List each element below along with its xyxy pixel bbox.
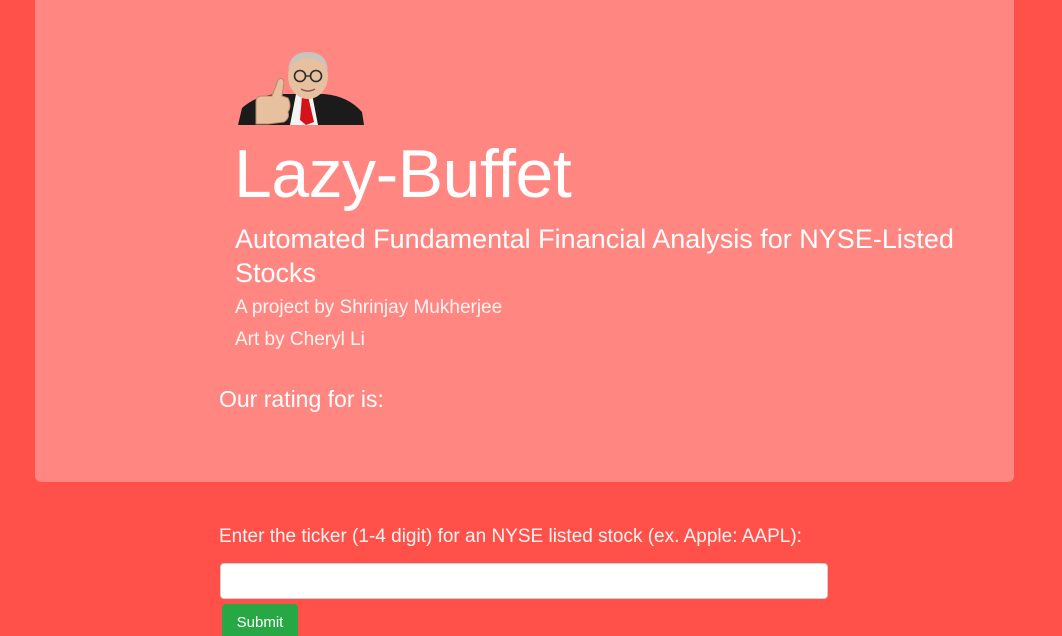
- ticker-input[interactable]: [220, 563, 828, 599]
- ticker-prompt-label: Enter the ticker (1-4 digit) for an NYSE…: [219, 526, 802, 547]
- rating-result-text: Our rating for is:: [219, 386, 384, 412]
- buffett-thumbs-up-icon: [238, 52, 364, 125]
- submit-button[interactable]: Submit: [222, 604, 298, 636]
- art-author-byline: Art by Cheryl Li: [235, 329, 365, 350]
- page-subtitle: Automated Fundamental Financial Analysis…: [235, 224, 954, 288]
- page-title: Lazy-Buffet: [234, 136, 572, 212]
- page: Lazy-Buffet Automated Fundamental Financ…: [0, 0, 1062, 636]
- project-author-byline: A project by Shrinjay Mukherjee: [235, 297, 503, 318]
